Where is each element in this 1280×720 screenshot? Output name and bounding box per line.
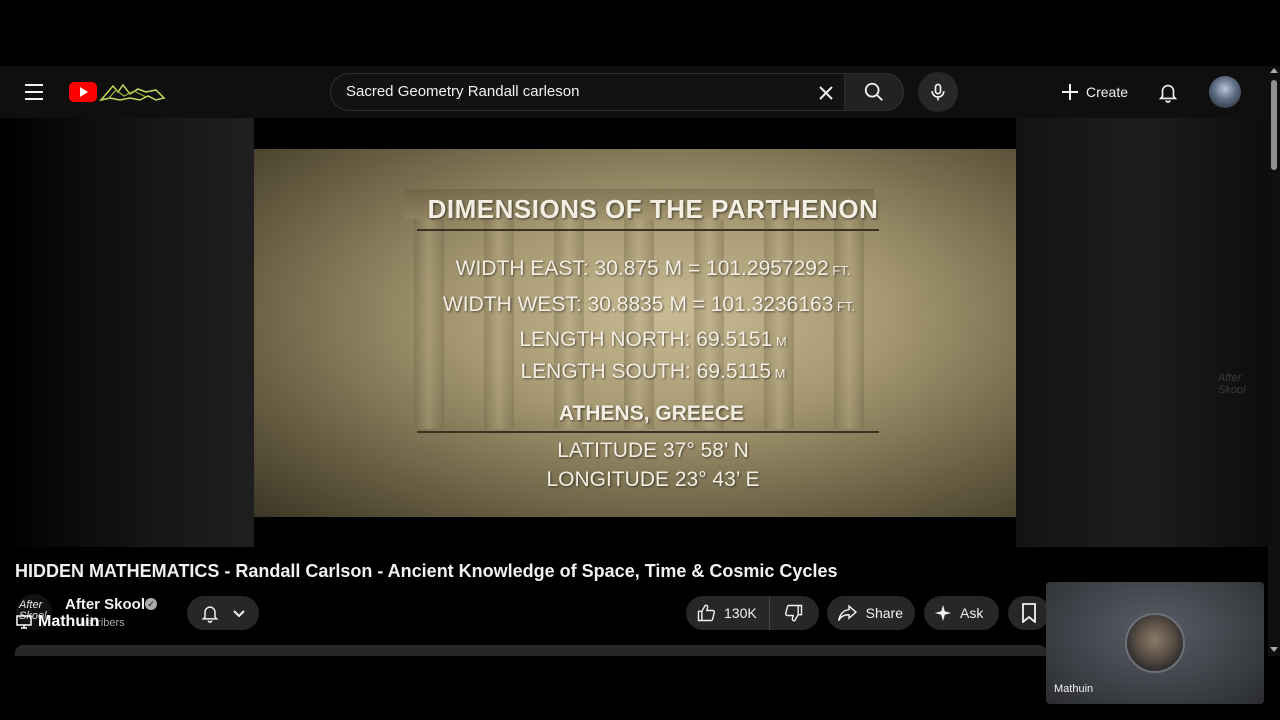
webcam-overlay: Mathuin: [1046, 582, 1264, 704]
top-black-band: [0, 0, 1280, 66]
sparkle-icon: [934, 604, 952, 622]
scroll-up-arrow-icon[interactable]: [1270, 68, 1278, 73]
plus-icon: [1062, 84, 1078, 100]
scroll-thumb[interactable]: [1271, 80, 1277, 170]
share-icon: [837, 604, 858, 622]
channel-watermark[interactable]: After Skool: [1218, 372, 1246, 396]
slide-divider: [417, 229, 879, 231]
verified-badge-icon: ✓: [145, 598, 157, 610]
video-player[interactable]: DIMENSIONS OF THE PARTHENON WIDTH EAST: …: [0, 118, 1268, 547]
thumbs-up-icon: [697, 604, 716, 622]
share-label: Share: [865, 605, 903, 621]
thumbs-down-icon: [784, 604, 802, 622]
menu-icon[interactable]: [22, 80, 46, 104]
description-box[interactable]: [15, 645, 1047, 656]
bell-icon: [1158, 84, 1178, 103]
webcam-participant-name: Mathuin: [1054, 683, 1094, 695]
search-button[interactable]: [844, 73, 904, 111]
like-count: 130K: [724, 605, 757, 621]
video-title: HIDDEN MATHEMATICS - Randall Carlson - A…: [15, 561, 838, 581]
slide-line-length-south: LENGTH SOUTH: 69.5115 M: [520, 360, 786, 383]
slide-line-width-east: WIDTH EAST: 30.875 M = 101.2957292 FT.: [455, 257, 851, 280]
slide-longitude: LONGITUDE 23° 43’ E: [546, 468, 760, 491]
search-input[interactable]: Sacred Geometry Randall carleson: [330, 73, 844, 111]
ask-label: Ask: [960, 605, 984, 621]
share-button[interactable]: Share: [827, 596, 915, 630]
slide-title: DIMENSIONS OF THE PARTHENON: [427, 194, 879, 224]
monitor-icon: [16, 615, 32, 629]
search-query[interactable]: Sacred Geometry Randall carleson: [346, 83, 579, 100]
masthead: Sacred Geometry Randall carleson Create: [0, 66, 1268, 118]
bookmark-icon: [1022, 603, 1036, 623]
create-label: Create: [1086, 84, 1129, 100]
channel-name[interactable]: After Skool: [65, 596, 145, 613]
youtube-logo[interactable]: [68, 80, 168, 104]
overlay-user-label: Mathuin: [16, 613, 99, 631]
account-avatar[interactable]: [1209, 76, 1241, 108]
clear-search-icon[interactable]: [812, 79, 840, 107]
save-button[interactable]: [1008, 596, 1050, 630]
notifications-button[interactable]: [1152, 76, 1184, 108]
voice-search-button[interactable]: [918, 72, 958, 112]
slide-location: ATHENS, GREECE: [558, 402, 745, 425]
slide-line-width-west: WIDTH WEST: 30.8835 M = 101.3236163 FT.: [442, 293, 856, 316]
subscription-notification-button[interactable]: [187, 596, 259, 630]
like-dislike-group: 130K: [686, 596, 819, 630]
scroll-down-arrow-icon[interactable]: [1270, 647, 1278, 652]
page-scrollbar[interactable]: [1268, 66, 1280, 656]
like-button[interactable]: 130K: [686, 596, 770, 630]
video-slide: DIMENSIONS OF THE PARTHENON WIDTH EAST: …: [254, 149, 1016, 517]
slide-latitude: LATITUDE 37° 58’ N: [557, 439, 749, 462]
microphone-icon: [931, 83, 945, 101]
dislike-button[interactable]: [770, 596, 818, 630]
slide-divider-2: [417, 431, 879, 433]
overlay-user-name: Mathuin: [38, 613, 100, 630]
bell-icon: [201, 606, 219, 623]
video-frame[interactable]: DIMENSIONS OF THE PARTHENON WIDTH EAST: …: [254, 118, 1016, 547]
ask-button[interactable]: Ask: [924, 596, 999, 630]
search-icon: [864, 82, 883, 101]
chevron-down-icon: [233, 610, 245, 618]
create-button[interactable]: Create: [1052, 75, 1138, 109]
slide-line-length-north: LENGTH NORTH: 69.5151 M: [519, 328, 787, 351]
webcam-participant-avatar: [1125, 613, 1185, 673]
